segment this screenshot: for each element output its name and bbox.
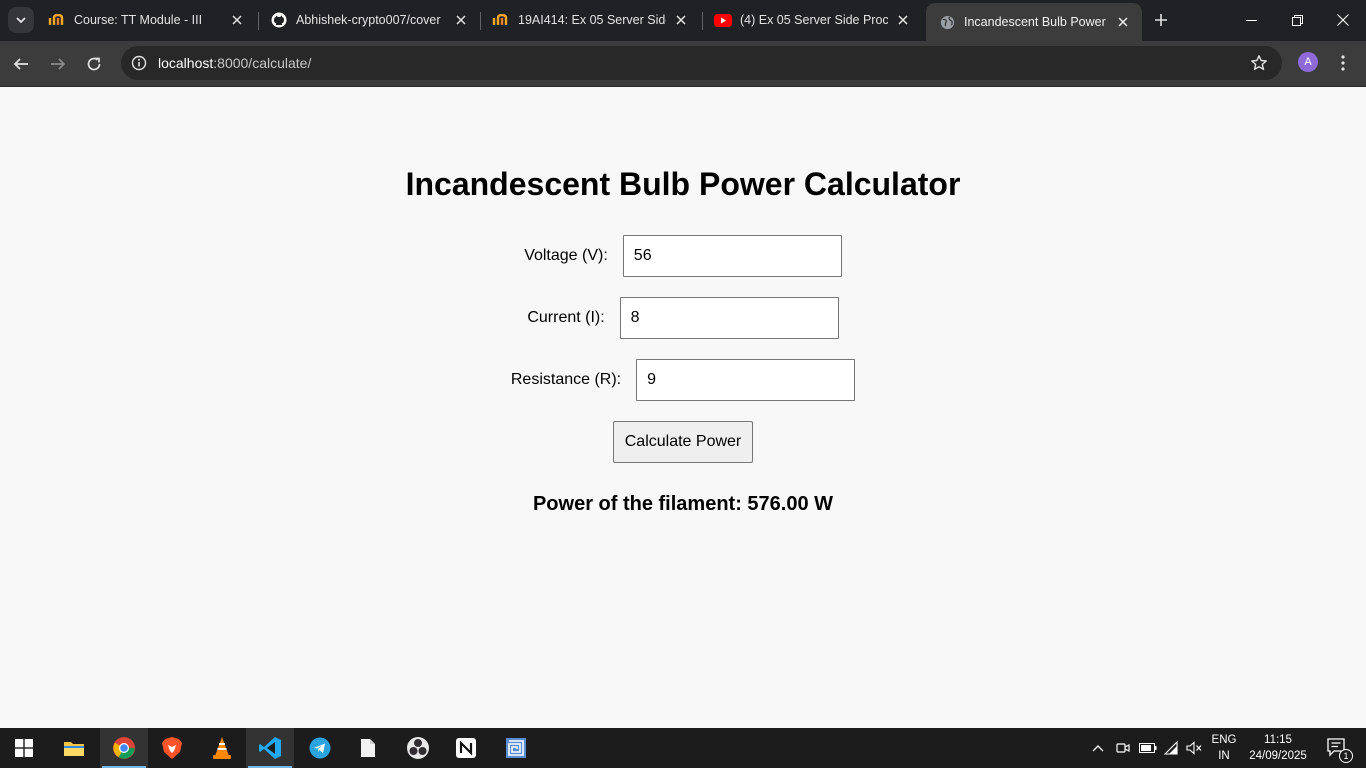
minimize-button[interactable] [1228, 0, 1274, 40]
forward-button[interactable] [44, 50, 72, 78]
new-tab-button[interactable] [1149, 8, 1173, 32]
windows-taskbar: ENG IN 11:15 24/09/2025 1 [0, 728, 1366, 768]
tab-title: (4) Ex 05 Server Side Process [740, 13, 888, 27]
close-icon[interactable] [452, 11, 470, 29]
show-hidden-icons[interactable] [1088, 728, 1108, 768]
power-result: Power of the filament: 576.00 W [532, 493, 834, 515]
tab-title: 19AI414: Ex 05 Server Side P [518, 13, 666, 27]
chevron-down-icon [16, 17, 26, 24]
youtube-icon [714, 12, 732, 28]
tab-title: Course: TT Module - III [74, 13, 203, 27]
calculate-power-button[interactable]: Calculate Power [613, 421, 753, 463]
tab-github[interactable]: Abhishek-crypto007/cover [258, 5, 480, 35]
close-icon[interactable] [894, 11, 912, 29]
voltage-row: Voltage (V): [0, 235, 1366, 277]
chrome-icon[interactable] [100, 728, 148, 768]
restore-button[interactable] [1274, 0, 1320, 40]
notion-icon[interactable] [442, 728, 490, 768]
battery-icon[interactable] [1137, 728, 1159, 768]
resistance-input[interactable] [636, 359, 856, 401]
resistance-label: Resistance (R): [510, 371, 622, 388]
close-window-button[interactable] [1320, 0, 1366, 40]
browser-toolbar: localhost:8000/calculate/ A [0, 41, 1366, 87]
browser-menu-button[interactable] [1334, 52, 1352, 74]
obs-icon[interactable] [394, 728, 442, 768]
forward-arrow-icon [51, 58, 66, 70]
resistance-row: Resistance (R): [0, 359, 1366, 401]
close-icon[interactable] [1114, 13, 1132, 31]
close-icon[interactable] [672, 11, 690, 29]
current-row: Current (I): [0, 297, 1366, 339]
reload-button[interactable] [80, 50, 108, 78]
voltage-label: Voltage (V): [524, 247, 608, 264]
current-input[interactable] [619, 297, 839, 339]
notification-count-badge: 1 [1339, 749, 1353, 763]
restore-icon [1291, 14, 1303, 26]
language-code: ENG [1211, 734, 1237, 746]
close-icon [1337, 14, 1349, 26]
clock[interactable]: 11:15 24/09/2025 [1244, 728, 1312, 768]
volume-muted-icon[interactable] [1183, 728, 1205, 768]
brave-icon[interactable] [148, 728, 196, 768]
unstop-icon [48, 12, 66, 28]
url-text: localhost:8000/calculate/ [158, 55, 311, 71]
minimize-icon [1245, 19, 1257, 21]
close-icon[interactable] [228, 11, 246, 29]
tab-course[interactable]: Course: TT Module - III [36, 5, 256, 35]
address-bar[interactable]: localhost:8000/calculate/ [121, 46, 1282, 80]
bookmark-star-icon[interactable] [1250, 54, 1268, 72]
globe-icon [938, 14, 956, 30]
url-host: localhost [158, 55, 214, 71]
back-button[interactable] [7, 50, 35, 78]
page-content: Incandescent Bulb Power Calculator Volta… [0, 87, 1366, 728]
back-arrow-icon [13, 58, 28, 70]
notification-center-button[interactable]: 1 [1318, 728, 1358, 768]
unstop-icon [492, 12, 510, 28]
reload-icon [87, 57, 101, 71]
chevron-up-icon [1092, 745, 1104, 752]
vlc-icon[interactable] [198, 728, 246, 768]
profile-avatar[interactable]: A [1298, 52, 1318, 72]
maze-app-icon[interactable] [492, 728, 540, 768]
telegram-icon[interactable] [296, 728, 344, 768]
vscode-icon[interactable] [246, 728, 294, 768]
clock-time: 11:15 [1264, 734, 1292, 746]
clock-date: 24/09/2025 [1249, 750, 1307, 762]
region-code: IN [1218, 750, 1230, 762]
start-icon[interactable] [0, 728, 48, 768]
tab-title: Incandescent Bulb Power Ca [964, 15, 1108, 29]
tab-youtube[interactable]: (4) Ex 05 Server Side Process [702, 5, 922, 35]
file-explorer-icon[interactable] [50, 728, 98, 768]
plus-icon [1155, 14, 1167, 26]
url-path: :8000/calculate/ [213, 55, 312, 71]
tab-title: Abhishek-crypto007/cover [296, 13, 441, 27]
meet-now-icon[interactable] [1113, 728, 1133, 768]
wifi-icon[interactable] [1161, 728, 1183, 768]
input-language-indicator[interactable]: ENG IN [1204, 728, 1244, 768]
tab-strip: Course: TT Module - III Abhishek-crypto0… [0, 0, 1366, 41]
github-icon [270, 12, 288, 28]
tab-19ai414[interactable]: 19AI414: Ex 05 Server Side P [480, 5, 700, 35]
current-label: Current (I): [527, 309, 605, 326]
file-icon[interactable] [344, 728, 392, 768]
site-info-icon[interactable] [130, 54, 148, 72]
more-vert-icon [1341, 55, 1345, 71]
page-title: Incandescent Bulb Power Calculator [405, 166, 961, 202]
tab-power-calculator[interactable]: Incandescent Bulb Power Ca [926, 3, 1142, 41]
voltage-input[interactable] [622, 235, 842, 277]
tab-search-button[interactable] [8, 7, 34, 33]
